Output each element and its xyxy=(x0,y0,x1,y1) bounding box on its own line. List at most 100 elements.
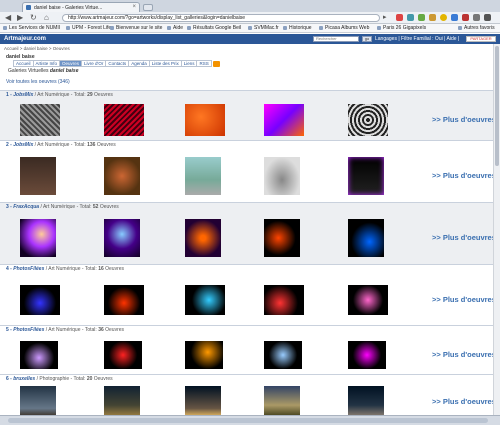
artwork-thumbnail[interactable] xyxy=(20,386,56,415)
gallery-row: 1 - JobsMix / Art Numérique - Total: 29 … xyxy=(0,90,500,141)
home-icon[interactable]: ⌂ xyxy=(44,13,49,22)
artwork-thumbnail[interactable] xyxy=(264,341,302,369)
gallery-link[interactable]: JobsMix xyxy=(13,142,33,148)
artwork-thumbnail[interactable] xyxy=(185,341,223,369)
artwork-thumbnail[interactable] xyxy=(104,285,144,315)
artwork-thumbnail[interactable] xyxy=(348,104,388,136)
artwork-thumbnail[interactable] xyxy=(104,386,140,415)
subnav-tab[interactable]: Accueil xyxy=(13,60,34,67)
subnav-tab[interactable]: RSS xyxy=(196,60,212,67)
tab-title: daniel baise - Galeries Virtue... xyxy=(34,5,103,11)
more-works-link[interactable]: >> Plus d'oeuvres xyxy=(432,233,496,242)
subnav-tab[interactable]: Livre d'Or xyxy=(81,60,107,67)
bookmark-item[interactable]: Paris 26 Gigapixels xyxy=(377,25,426,32)
artwork-thumbnail[interactable] xyxy=(264,285,304,315)
extension-icon[interactable] xyxy=(429,14,436,21)
more-works-link[interactable]: >> Plus d'oeuvres xyxy=(432,171,496,180)
scroll-thumb[interactable] xyxy=(495,46,499,166)
more-works-link[interactable]: >> Plus d'oeuvres xyxy=(432,350,496,359)
gallery-num: 4 - xyxy=(6,266,12,272)
page-title: Galeries Virtuelles daniel baise xyxy=(8,68,79,74)
artwork-thumbnail[interactable] xyxy=(264,104,304,136)
horizontal-scrollbar[interactable] xyxy=(0,415,500,425)
scroll-thumb[interactable] xyxy=(8,418,488,423)
extension-icon[interactable] xyxy=(396,14,403,21)
extension-icon[interactable] xyxy=(407,14,414,21)
page-menu-icon[interactable] xyxy=(473,14,480,21)
artwork-thumbnail[interactable] xyxy=(348,386,384,415)
artwork-thumbnail[interactable] xyxy=(104,341,142,369)
address-bar[interactable]: http://www.artmajeur.com/?go=artworks/di… xyxy=(62,14,380,22)
extension-icon[interactable] xyxy=(451,14,458,21)
bookmark-item[interactable]: Aide xyxy=(167,25,183,32)
bookmark-item[interactable]: Résultats Google Beil xyxy=(187,25,241,32)
rss-icon[interactable] xyxy=(212,61,220,67)
gallery-tot: 136 xyxy=(87,142,96,148)
gallery-link[interactable]: PhotosFilées xyxy=(13,327,44,333)
browser-tab[interactable]: daniel baise - Galeries Virtue... × xyxy=(22,2,140,12)
bookmark-item[interactable]: Bienvenue sur le site xyxy=(110,25,162,32)
go-arrow-icon[interactable]: ▸ xyxy=(383,13,387,22)
artwork-thumbnail[interactable] xyxy=(348,341,386,369)
artwork-thumbnail[interactable] xyxy=(264,157,300,195)
gallery-link[interactable]: bruxelles xyxy=(13,376,35,382)
subnav-tab[interactable]: Liste des Prix xyxy=(148,60,182,67)
artwork-thumbnail[interactable] xyxy=(20,104,60,136)
subnav-tab[interactable]: Artiste Info xyxy=(32,60,61,67)
artwork-thumbnail[interactable] xyxy=(104,219,140,257)
subnav-tab[interactable]: Oeuvres xyxy=(59,60,83,67)
gallery-tot: 52 xyxy=(92,204,99,210)
artwork-thumbnail[interactable] xyxy=(20,219,56,257)
back-icon[interactable]: ◀ xyxy=(5,13,11,22)
artwork-thumbnail[interactable] xyxy=(104,157,140,195)
subnav-tab[interactable]: Contacts xyxy=(105,60,130,67)
artwork-thumbnail[interactable] xyxy=(264,219,300,257)
close-tab-icon[interactable]: × xyxy=(132,4,136,10)
gallery-row: 6 - bruxelles / Photographie - Total: 20… xyxy=(0,374,500,415)
artwork-thumbnail[interactable] xyxy=(348,219,384,257)
bookmark-item[interactable]: UPM - Forest Life xyxy=(66,25,111,32)
extension-icon[interactable] xyxy=(462,14,469,21)
more-works-link[interactable]: >> Plus d'oeuvres xyxy=(432,295,496,304)
bookmark-item[interactable]: SVMMac.fr xyxy=(248,25,279,32)
language-links[interactable]: Langages | Filtre Familial : Oui | Aide … xyxy=(375,35,459,43)
bookmark-item[interactable]: Les Services de NUMII xyxy=(3,25,60,32)
share-button[interactable]: PARTAGER xyxy=(466,36,496,42)
breadcrumb[interactable]: Accueil > daniel baise > Oeuvres xyxy=(4,46,70,51)
artwork-thumbnail[interactable] xyxy=(185,157,221,195)
gallery-link[interactable]: PhotosFilées xyxy=(13,266,44,272)
gallery-unit: Oeuvres xyxy=(93,376,113,382)
forward-icon[interactable]: ▶ xyxy=(17,13,23,22)
reload-icon[interactable]: ↻ xyxy=(30,13,37,22)
artwork-thumbnail[interactable] xyxy=(20,285,60,315)
site-logo[interactable]: Artmajeur.com xyxy=(4,35,46,43)
artwork-thumbnail[interactable] xyxy=(185,219,221,257)
bookmark-item[interactable]: Historique xyxy=(283,25,312,32)
bookmark-item[interactable]: Picasa Albums Web xyxy=(319,25,369,32)
subnav-tab[interactable]: Agenda xyxy=(128,60,150,67)
see-all-link[interactable]: Voir toutes les oeuvres (346) xyxy=(6,79,70,85)
more-works-link[interactable]: >> Plus d'oeuvres xyxy=(432,115,496,124)
more-works-link[interactable]: >> Plus d'oeuvres xyxy=(432,397,496,406)
artwork-thumbnail[interactable] xyxy=(20,157,56,195)
artwork-thumbnail[interactable] xyxy=(20,341,58,369)
gallery-link[interactable]: FraxAcqua xyxy=(13,204,39,210)
vertical-scrollbar[interactable] xyxy=(493,44,500,415)
gallery-link[interactable]: JobsMix xyxy=(13,92,33,98)
new-tab-button[interactable] xyxy=(143,4,153,11)
extension-icon[interactable] xyxy=(418,14,425,21)
artwork-thumbnail[interactable] xyxy=(104,104,144,136)
search-input[interactable]: Rechercher xyxy=(313,36,359,42)
artwork-thumbnail[interactable] xyxy=(185,285,225,315)
search-go-button[interactable]: go xyxy=(362,36,372,42)
bookmark-item[interactable]: Autres favoris xyxy=(458,25,495,32)
artwork-thumbnail[interactable] xyxy=(185,104,225,136)
artwork-thumbnail[interactable] xyxy=(348,157,384,195)
subnav-tab[interactable]: Liens xyxy=(180,60,198,67)
artwork-thumbnail[interactable] xyxy=(348,285,388,315)
extension-icon[interactable] xyxy=(440,14,447,21)
artwork-thumbnail[interactable] xyxy=(264,386,300,415)
artwork-thumbnail[interactable] xyxy=(185,386,221,415)
gallery-tot: 16 xyxy=(98,266,104,272)
wrench-icon[interactable] xyxy=(484,14,491,21)
